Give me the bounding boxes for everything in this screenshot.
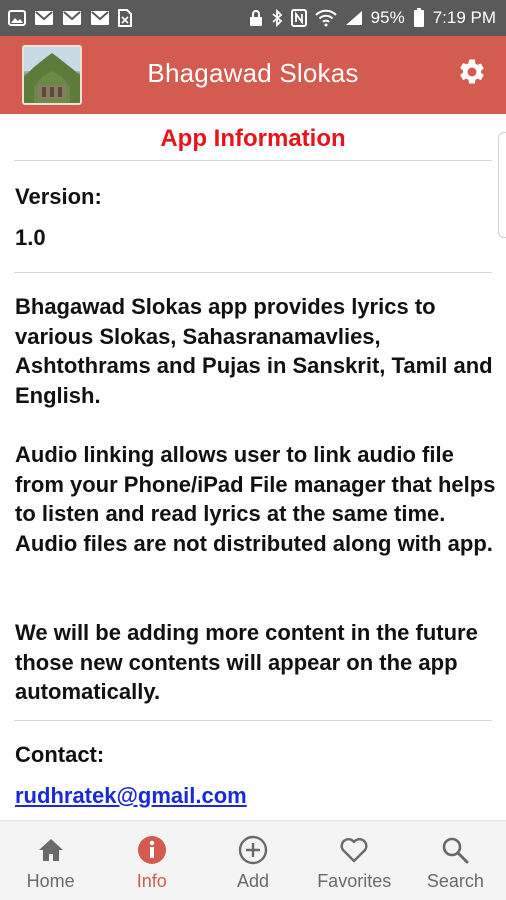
image-icon	[8, 10, 26, 26]
contact-email-link[interactable]: rudhratek@gmail.com	[15, 783, 247, 809]
home-icon	[36, 835, 66, 865]
wifi-icon	[314, 9, 337, 27]
signal-icon	[345, 10, 363, 26]
status-right-icons: 95% 7:19 PM	[249, 8, 496, 28]
heart-icon	[339, 835, 369, 865]
divider	[14, 272, 492, 273]
version-value: 1.0	[15, 225, 46, 250]
status-bar: 95% 7:19 PM	[0, 0, 506, 36]
nav-item-search[interactable]: Search	[405, 821, 506, 900]
status-left-icons	[8, 9, 132, 27]
mail-icon	[34, 10, 54, 26]
settings-button[interactable]	[456, 58, 488, 90]
nav-item-favorites[interactable]: Favorites	[304, 821, 405, 900]
sim-card-icon	[118, 9, 132, 27]
nav-label-info: Info	[136, 871, 167, 891]
gear-icon	[457, 57, 487, 92]
bluetooth-icon	[271, 9, 283, 27]
nfc-icon	[290, 9, 307, 27]
nav-label-search: Search	[426, 871, 484, 891]
scroll-edge-handle[interactable]	[498, 132, 506, 238]
page-title: App Information	[160, 125, 346, 152]
divider	[14, 160, 492, 161]
nav-item-info[interactable]: Info	[101, 821, 202, 900]
divider	[14, 720, 492, 721]
bottom-nav: Home Info Add Favorites Search	[0, 820, 506, 900]
app-title: Bhagawad Slokas	[147, 58, 359, 88]
nav-label-add: Add	[236, 871, 270, 891]
contact-label: Contact:	[15, 742, 105, 767]
description-paragraph-1: Bhagawad Slokas app provides lyrics to v…	[15, 294, 493, 408]
mail-icon	[90, 10, 110, 26]
nav-label-favorites: Favorites	[317, 871, 392, 891]
description-paragraph-2: Audio linking allows user to link audio …	[15, 442, 496, 556]
app-info-content[interactable]: App Information Version: 1.0 Bhagawad Sl…	[0, 114, 506, 820]
description-paragraph-3: We will be adding more content in the fu…	[15, 620, 478, 704]
clock-time: 7:19 PM	[432, 8, 496, 27]
search-icon	[440, 835, 470, 865]
nav-label-home: Home	[26, 871, 75, 891]
mail-icon	[62, 10, 82, 26]
battery-percent: 95%	[370, 8, 405, 27]
nav-item-home[interactable]: Home	[0, 821, 101, 900]
nav-item-add[interactable]: Add	[202, 821, 303, 900]
battery-icon	[413, 8, 425, 28]
info-icon	[137, 835, 167, 865]
add-circle-icon	[238, 835, 268, 865]
lock-icon	[249, 9, 263, 27]
app-bar: Bhagawad Slokas	[0, 36, 506, 114]
version-label: Version:	[15, 184, 102, 209]
